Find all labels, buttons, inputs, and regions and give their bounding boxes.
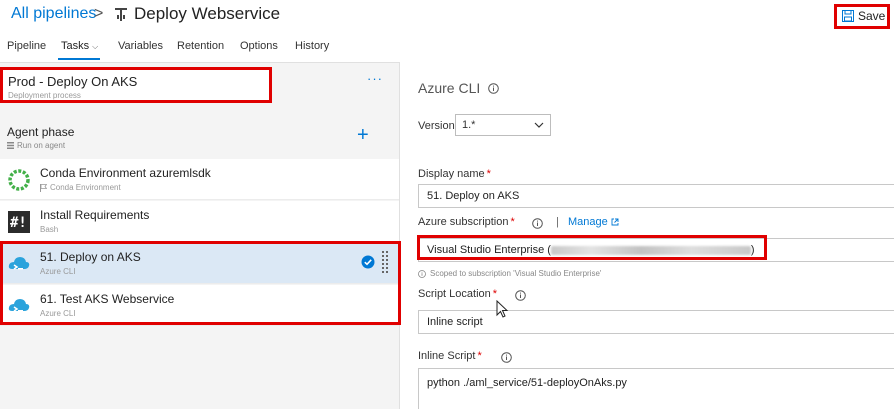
script-location-select[interactable]: Inline script [418,310,894,334]
info-icon[interactable] [488,83,499,94]
task-subtitle: Azure CLI [40,267,76,276]
stage-title: Prod - Deploy On AKS [8,74,138,89]
save-label: Save [858,9,886,23]
subscription-label-text: Azure subscription [418,216,509,228]
tab-history[interactable]: History [295,40,329,52]
list-icon [7,142,14,149]
release-pipeline-icon [115,8,127,21]
more-options-button[interactable]: ··· [367,71,383,86]
task-list-panel: Prod - Deploy On AKS Deployment process … [0,62,400,409]
agent-phase-row[interactable]: Agent phase Run on agent + [0,119,399,159]
inline-script-value: python ./aml_service/51-deployOnAks.py [427,377,627,389]
tab-retention[interactable]: Retention [177,40,224,52]
bash-icon: #! [8,211,30,233]
svg-text:#!: #! [10,215,27,231]
scoped-note-text: Scoped to subscription 'Visual Studio En… [430,269,602,278]
version-select[interactable]: 1.* [455,114,551,136]
agent-phase-subtitle: Run on agent [7,141,65,150]
conda-icon [8,169,30,191]
task-title: Conda Environment azuremlsdk [40,166,211,180]
subscription-value: Visual Studio Enterprise ( [427,244,551,256]
required-marker: * [492,288,498,300]
script-location-label: Script Location * [418,288,497,300]
info-icon [418,269,426,278]
chevron-down-icon [534,122,544,128]
stage-header[interactable]: Prod - Deploy On AKS Deployment process [2,70,272,103]
mouse-cursor-icon [496,300,509,318]
stage-subtitle: Deployment process [8,91,81,100]
task-item-install-requirements[interactable]: #! Install Requirements Bash [0,201,399,242]
agent-phase-title: Agent phase [7,125,75,139]
task-title: Install Requirements [40,208,150,222]
external-link-icon [611,218,619,226]
task-subtitle: Bash [40,225,59,234]
checkmark-icon [361,255,375,269]
task-detail-panel: Azure CLI Version 1.* Display name * 51. … [401,62,894,409]
page-title: Deploy Webservice [134,4,281,23]
required-marker: * [477,350,482,362]
add-task-button[interactable]: + [357,125,369,145]
info-icon[interactable] [515,290,526,301]
display-name-field[interactable]: 51. Deploy on AKS [418,184,894,208]
inline-script-editor[interactable]: python ./aml_service/51-deployOnAks.py [418,368,894,409]
display-name-value: 51. Deploy on AKS [427,190,520,202]
tab-variables[interactable]: Variables [118,40,163,52]
subscription-select[interactable]: Visual Studio Enterprise () [418,238,894,262]
task-item-deploy-on-aks[interactable]: 51. Deploy on AKS Azure CLI [0,243,399,284]
info-icon[interactable] [501,352,512,363]
task-item-conda[interactable]: Conda Environment azuremlsdk Conda Envir… [0,159,399,200]
scoped-note: Scoped to subscription 'Visual Studio En… [418,269,601,278]
task-subtitle-text: Conda Environment [50,183,121,192]
active-tab-indicator [58,58,100,60]
save-button[interactable]: Save [838,6,886,26]
info-icon[interactable] [532,218,543,229]
required-marker: * [486,168,491,180]
task-item-test-aks-webservice[interactable]: 61. Test AKS Webservice Azure CLI [0,285,399,326]
task-subtitle: Conda Environment [40,183,121,192]
header: All pipelines > Deploy Webservice Save [0,0,894,32]
tab-options[interactable]: Options [240,40,278,52]
agent-phase-subtitle-text: Run on agent [17,141,66,150]
flag-icon [40,183,47,192]
pipeline-tabs: Pipeline Tasks ⌵ Variables Retention Opti… [0,36,894,62]
tab-tasks-label: Tasks [61,40,90,52]
separator: | [556,216,559,228]
inline-script-label: Inline Script * [418,350,482,362]
subscription-value-close: ) [750,244,755,256]
script-location-label-text: Script Location [418,288,491,300]
script-location-value: Inline script [427,316,483,328]
manage-link-text: Manage [568,216,608,228]
version-value: 1.* [462,119,476,131]
azure-cli-icon [8,257,30,270]
chevron-down-icon: ⌵ [92,42,99,51]
display-name-label: Display name * [418,168,491,180]
floppy-disk-icon [842,10,854,22]
tab-tasks[interactable]: Tasks ⌵ [61,40,98,52]
version-label: Version [418,120,455,132]
tab-pipeline[interactable]: Pipeline [7,40,46,52]
drag-handle-icon[interactable] [382,250,388,274]
task-title: 61. Test AKS Webservice [40,292,175,306]
manage-link[interactable]: Manage [568,216,619,228]
task-title: 51. Deploy on AKS [40,250,141,264]
subscription-label: Azure subscription * [418,216,515,228]
display-name-label-text: Display name [418,168,485,180]
breadcrumb-all-pipelines[interactable]: All pipelines [11,5,96,23]
task-subtitle: Azure CLI [40,309,76,318]
azure-cli-icon [8,299,30,312]
redacted-subscription-id [550,245,751,255]
inline-script-label-text: Inline Script [418,350,476,362]
task-type-heading: Azure CLI [418,80,481,96]
required-marker: * [510,216,515,228]
breadcrumb-separator: > [94,5,104,22]
